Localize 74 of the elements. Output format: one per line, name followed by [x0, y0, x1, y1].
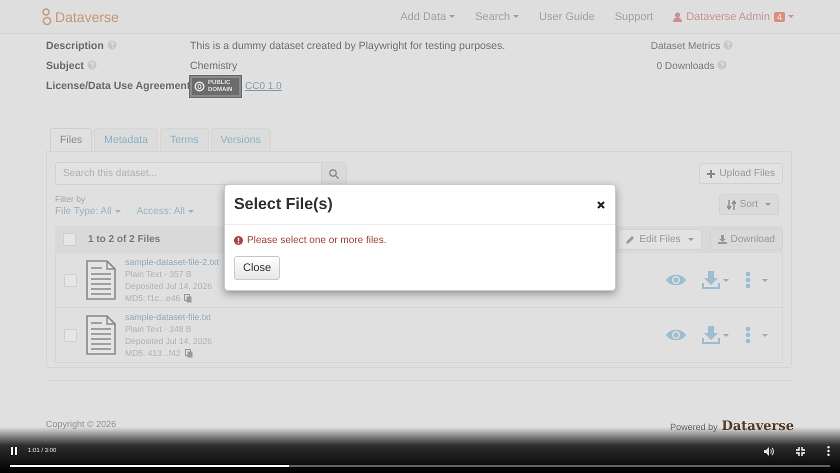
pause-icon[interactable]	[10, 447, 18, 455]
tab[interactable]: Terms	[160, 128, 209, 151]
brand-link[interactable]: Dataverse	[55, 8, 119, 24]
download-menu[interactable]	[702, 271, 729, 289]
nav-link[interactable]: Search	[475, 10, 520, 22]
dataverse-logo[interactable]: Dataverse	[722, 419, 794, 434]
field-label: Description	[46, 40, 104, 52]
help-icon	[717, 60, 728, 70]
license-link[interactable]: CC0 1.0	[245, 81, 282, 92]
caret-icon	[762, 334, 768, 336]
file-name-link[interactable]: sample-dataset-file.txt	[125, 312, 212, 322]
caret-icon	[188, 210, 194, 213]
field-label: Subject	[46, 60, 84, 72]
caret-icon	[765, 203, 771, 206]
public-domain-icon	[194, 81, 205, 92]
nav-link[interactable]: User Guide	[539, 10, 595, 22]
search-icon[interactable]	[329, 168, 339, 178]
plus-icon	[707, 170, 716, 178]
options-menu[interactable]	[745, 326, 768, 344]
filter-label: Filter by	[55, 194, 86, 204]
pencil-icon	[626, 235, 636, 244]
nav-link[interactable]: Support	[614, 10, 654, 22]
user-menu[interactable]: Dataverse Admin	[686, 10, 770, 22]
field-value: This is a dummy dataset created by Playwright for testing purposes.	[190, 40, 506, 52]
kebab-icon	[745, 326, 751, 344]
logo-icon	[42, 8, 52, 26]
powered-by-text: Powered by	[670, 422, 718, 432]
close-button[interactable]: Close	[234, 256, 280, 280]
preview-eye-icon[interactable]	[666, 273, 686, 287]
filter-dropdown[interactable]: File Type: All	[55, 206, 121, 217]
field-label: License/Data Use Agreement	[46, 80, 190, 92]
kebab-icon	[745, 271, 751, 289]
dialog-title: Select File(s)	[234, 196, 333, 214]
caret-icon	[114, 210, 121, 213]
more-icon[interactable]	[827, 446, 830, 456]
text-file-icon	[86, 315, 116, 355]
caret-icon	[788, 15, 794, 18]
filter-dropdown[interactable]: Access: All	[136, 206, 194, 217]
download-icon	[718, 235, 727, 244]
tab[interactable]: Versions	[210, 128, 271, 151]
fullscreen-icon[interactable]	[796, 446, 805, 456]
volume-icon[interactable]	[764, 446, 774, 456]
caret-icon	[723, 278, 729, 282]
text-file-icon	[86, 260, 116, 300]
file-count: 1 to 2 of 2 Files	[88, 234, 160, 245]
copy-icon[interactable]	[184, 348, 193, 358]
tab[interactable]: Metadata	[94, 128, 158, 151]
options-menu[interactable]	[745, 271, 768, 289]
copy-icon[interactable]	[184, 294, 192, 302]
caret-icon	[762, 278, 768, 282]
download-menu[interactable]	[702, 326, 729, 344]
close-icon[interactable]	[597, 201, 605, 209]
preview-eye-icon[interactable]	[666, 328, 686, 342]
caret-icon	[723, 334, 729, 336]
field-value: Chemistry	[190, 60, 238, 72]
user-icon	[673, 12, 682, 22]
file-name-link[interactable]: sample-dataset-file-2.txt	[125, 257, 219, 267]
sort-button[interactable]: Sort	[718, 194, 779, 215]
notification-badge: 4	[774, 12, 785, 22]
upload-files-button[interactable]: Upload Files	[699, 163, 783, 184]
caret-icon	[688, 238, 694, 241]
tab[interactable]: Files	[50, 128, 92, 151]
error-message: Please select one or more files.	[247, 235, 387, 246]
copyright-text: Copyright © 2026	[46, 419, 116, 429]
download-icon	[702, 271, 720, 289]
download-button[interactable]: Download	[710, 229, 783, 250]
error-icon	[234, 236, 243, 245]
metrics-title: Dataset Metrics	[650, 41, 720, 52]
edit-files-button[interactable]: Edit Files	[618, 229, 702, 250]
sort-icon	[726, 200, 736, 210]
download-icon	[702, 326, 720, 344]
nav-link[interactable]: Add Data	[400, 10, 456, 22]
download-count: 0 Downloads	[656, 61, 714, 72]
help-icon	[723, 40, 734, 50]
